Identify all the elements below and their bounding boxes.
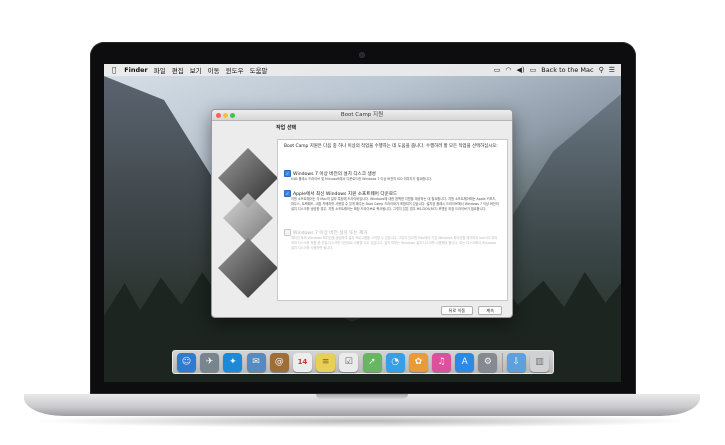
option-label[interactable]: Windows 7 이상 버전의 설치 디스크 생성 <box>293 171 376 177</box>
window-content: 작업 선택 Boot Camp 지원은 다음 중 하나 이상의 작업을 수행하는… <box>276 120 512 317</box>
checkbox-create-install-disk[interactable]: ✓ <box>284 170 291 177</box>
search-icon[interactable]: ⚲ <box>599 64 604 76</box>
laptop-shadow <box>30 414 695 428</box>
window-title: Boot Camp 지원 <box>340 112 384 118</box>
dock-separator <box>501 352 503 372</box>
menu-view[interactable]: 보기 <box>190 65 202 75</box>
menu-finder[interactable]: Finder <box>124 66 148 74</box>
options-panel: Boot Camp 지원은 다음 중 하나 이상의 작업을 수행하는 데 도움을… <box>277 139 508 301</box>
itunes-icon[interactable]: ♫ <box>432 352 452 372</box>
camera-icon <box>359 52 365 58</box>
contacts-icon[interactable]: @ <box>269 352 289 372</box>
option-label[interactable]: Apple에서 최신 Windows 지원 소프트웨어 다운로드 <box>293 191 397 197</box>
maps-icon[interactable]: ➚ <box>362 352 382 372</box>
menu-help[interactable]: 도움말 <box>250 65 268 75</box>
intro-text: Boot Camp 지원은 다음 중 하나 이상의 작업을 수행하는 데 도움을… <box>284 144 498 149</box>
button-bar: 뒤로 이동 계속 <box>440 306 502 315</box>
option-install-remove-windows: Windows 7 이상 버전 설치 또는 제거 파티션 후에 Windows … <box>284 229 502 250</box>
menu-bar-right: ▭ ◠ ◀) ▭ Back to the Mac ⚲ ☰ <box>494 64 615 76</box>
menu-file[interactable]: 파일 <box>154 65 166 75</box>
menu-bar:  Finder 파일 편집 보기 이동 윈도우 도움말 ▭ ◠ ◀) ▭ Ba… <box>104 64 621 76</box>
mail-icon[interactable]: ✉ <box>246 352 266 372</box>
menu-edit[interactable]: 편집 <box>172 65 184 75</box>
option-description: 파티션 후에 Windows 파티션을 생성하여 설치 프로그램을 시작할 수 … <box>291 236 498 250</box>
system-preferences-icon[interactable]: ⚙ <box>478 352 498 372</box>
dock: ☺ ✈ ✦ ✉ @ 14 ≡ ☑ ➚ ◔ ✿ ♫ A ⚙ ⇩ ▥ <box>172 350 554 374</box>
list-icon[interactable]: ☰ <box>609 64 615 76</box>
option-label: Windows 7 이상 버전 설치 또는 제거 <box>293 230 368 236</box>
boot-camp-logo-icon <box>218 148 278 298</box>
apple-menu-icon[interactable]:  <box>112 66 116 74</box>
back-to-mac-label[interactable]: Back to the Mac <box>541 66 593 74</box>
continue-button[interactable]: 계속 <box>478 306 502 315</box>
option-create-install-disk[interactable]: ✓ Windows 7 이상 버전의 설치 디스크 생성 USB 플래시 드라이… <box>284 170 502 182</box>
messages-icon[interactable]: ◔ <box>385 352 405 372</box>
app-store-icon[interactable]: A <box>455 352 475 372</box>
bootcamp-icon[interactable]: ▭ <box>494 64 501 76</box>
finder-icon[interactable]: ☺ <box>177 352 196 372</box>
wifi-icon[interactable]: ◠ <box>505 64 511 76</box>
option-download-support-software[interactable]: ✓ Apple에서 최신 Windows 지원 소프트웨어 다운로드 지원 소프… <box>284 190 502 211</box>
menu-window[interactable]: 윈도우 <box>226 65 244 75</box>
notes-icon[interactable]: ≡ <box>316 352 336 372</box>
calendar-icon[interactable]: 14 <box>292 352 312 372</box>
trash-icon[interactable]: ▥ <box>530 352 549 372</box>
screen:  Finder 파일 편집 보기 이동 윈도우 도움말 ▭ ◠ ◀) ▭ Ba… <box>104 64 621 382</box>
boot-camp-window: Boot Camp 지원 작업 선택 Boot Camp 지원은 다음 중 하나… <box>211 109 513 318</box>
option-description: 지원 소프트웨어는 각 Mac의 일부 특징에 드라이버입니다. Windows… <box>291 197 499 211</box>
menu-go[interactable]: 이동 <box>208 65 220 75</box>
downloads-folder-icon[interactable]: ⇩ <box>506 352 526 372</box>
photos-icon[interactable]: ✿ <box>408 352 428 372</box>
reminders-icon[interactable]: ☑ <box>339 352 359 372</box>
section-title: 작업 선택 <box>276 125 297 131</box>
checkbox-install-remove-windows <box>284 229 291 236</box>
safari-icon[interactable]: ✦ <box>223 352 243 372</box>
back-button[interactable]: 뒤로 이동 <box>440 306 474 315</box>
battery-icon[interactable]: ▭ <box>530 64 537 76</box>
laptop-base-notch <box>316 394 408 399</box>
launchpad-icon[interactable]: ✈ <box>200 352 220 372</box>
volume-icon[interactable]: ◀) <box>516 64 524 76</box>
checkbox-download-support-software[interactable]: ✓ <box>284 190 291 197</box>
option-description: USB 플래시 드라이브 및 Microsoft에서 다운로드한 Windows… <box>291 177 432 181</box>
